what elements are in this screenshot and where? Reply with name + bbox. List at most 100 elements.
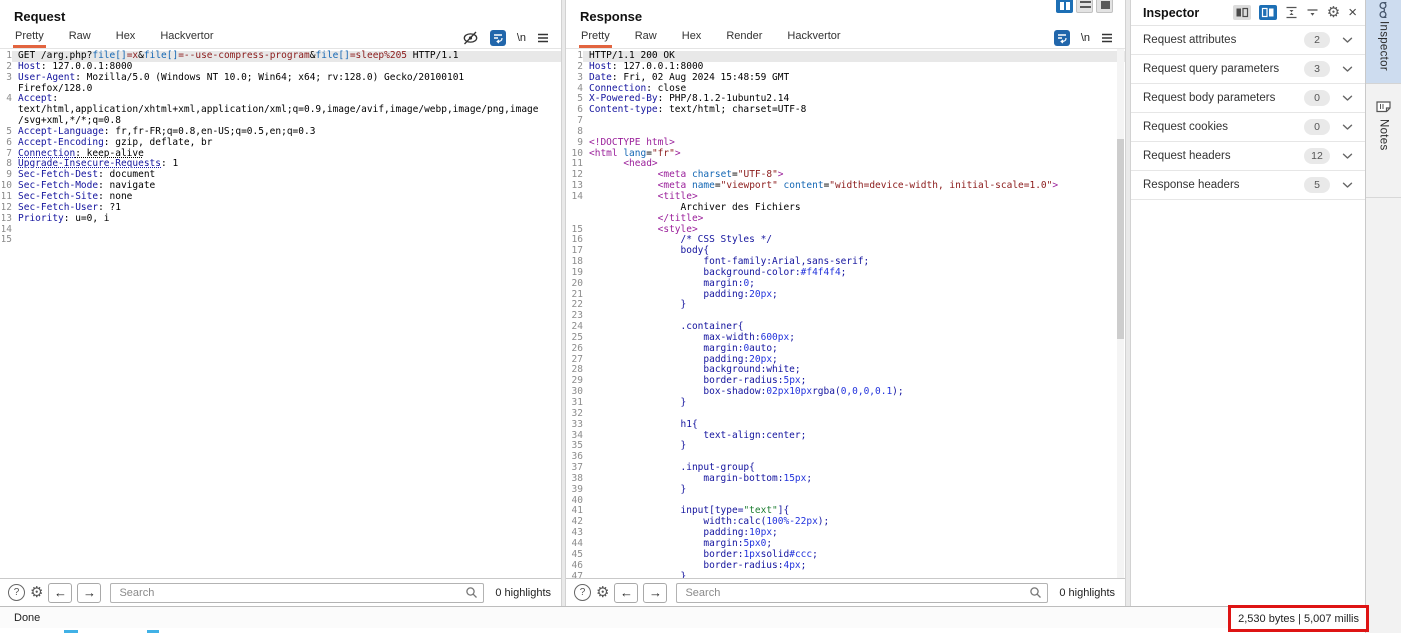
code-line: 22 }	[566, 300, 1125, 311]
inspector-section-request-cookies[interactable]: Request cookies0	[1131, 113, 1365, 142]
expand-all-icon[interactable]	[1306, 6, 1319, 19]
dock-right-button[interactable]	[1259, 5, 1277, 20]
editor-menu-icon[interactable]	[1101, 33, 1113, 43]
line-number: 12	[2, 203, 12, 214]
tab-pretty[interactable]: Pretty	[13, 27, 46, 48]
tab-raw[interactable]: Raw	[633, 27, 659, 48]
inspector-section-request-attributes[interactable]: Request attributes2	[1131, 26, 1365, 55]
response-panel: Response PrettyRawHexRenderHackvertor \n…	[565, 0, 1126, 606]
side-tab-inspector[interactable]: Inspector	[1366, 0, 1401, 84]
response-tabbar: Pretty Raw Hex Render Hackvertor \n	[566, 27, 1125, 49]
code-line-text[interactable]: Priority: u=0, i	[12, 214, 561, 225]
count-badge: 2	[1304, 32, 1330, 48]
chevron-down-icon[interactable]	[1342, 37, 1353, 44]
code-line-text[interactable]: <html lang="fr">	[583, 149, 1125, 160]
scrollbar-thumb[interactable]	[1117, 139, 1124, 339]
tab-hackvertor[interactable]: Hackvertor	[785, 27, 842, 48]
help-icon[interactable]: ?	[574, 584, 591, 601]
line-number: 46	[568, 561, 583, 572]
burp-repeater-window: Request Pretty Raw Hex Hackvertor \n 1GET /…	[0, 0, 1401, 633]
request-editor-toolbar: \n	[462, 27, 561, 48]
line-number: 23	[568, 311, 583, 322]
line-number: 9	[2, 170, 12, 181]
code-line-text[interactable]: Content-type: text/html; charset=UTF-8	[583, 105, 1125, 116]
collapse-all-icon[interactable]	[1285, 6, 1298, 19]
inspector-section-request-body-parameters[interactable]: Request body parameters0	[1131, 84, 1365, 113]
search-field-wrap	[676, 583, 1048, 603]
line-number: 8	[568, 127, 583, 138]
line-number: 39	[568, 485, 583, 496]
code-line-text[interactable]	[12, 235, 561, 246]
read-only-eye-icon[interactable]	[462, 31, 479, 45]
prettify-icon[interactable]	[1054, 30, 1070, 46]
code-line-text[interactable]: }	[583, 300, 1125, 311]
search-prev-button[interactable]: ←	[48, 583, 72, 603]
newline-toggle-icon[interactable]: \n	[1081, 32, 1090, 44]
line-number: 5	[2, 127, 12, 138]
code-line-text[interactable]: }	[583, 441, 1125, 452]
layout-single-button[interactable]	[1096, 0, 1113, 13]
gear-icon[interactable]: ⚙	[596, 585, 609, 600]
line-number: 10	[568, 149, 583, 160]
layout-columns-button[interactable]	[1056, 0, 1073, 13]
status-text: Done	[0, 612, 40, 624]
code-line-text[interactable]: User-Agent: Mozilla/5.0 (Windows NT 10.0…	[12, 73, 561, 84]
editor-menu-icon[interactable]	[537, 33, 549, 43]
inspector-section-response-headers[interactable]: Response headers5	[1131, 171, 1365, 200]
notes-document-icon	[1376, 100, 1391, 113]
search-next-button[interactable]: →	[643, 583, 667, 603]
search-field-wrap	[110, 583, 484, 603]
inspector-settings-icon[interactable]: ⚙	[1327, 5, 1340, 20]
line-number: 30	[568, 387, 583, 398]
request-search-input[interactable]	[110, 583, 484, 603]
line-number: 3	[2, 73, 12, 84]
chevron-down-icon[interactable]	[1342, 66, 1353, 73]
search-next-button[interactable]: →	[77, 583, 101, 603]
tab-hex[interactable]: Hex	[680, 27, 704, 48]
response-scrollbar[interactable]	[1117, 49, 1124, 578]
inspector-title: Inspector	[1143, 6, 1199, 20]
code-line-text[interactable]: Firefox/128.0	[12, 84, 561, 95]
side-tab-notes[interactable]: Notes	[1366, 85, 1401, 198]
prettify-icon[interactable]	[490, 30, 506, 46]
code-line-text[interactable]	[12, 225, 561, 236]
inspector-section-request-query-parameters[interactable]: Request query parameters3	[1131, 55, 1365, 84]
tab-pretty[interactable]: Pretty	[579, 27, 612, 48]
line-number: 13	[2, 214, 12, 225]
request-panel: Request Pretty Raw Hex Hackvertor \n 1GET /…	[0, 0, 562, 606]
code-line: 47 }	[566, 572, 1125, 579]
tab-hex[interactable]: Hex	[114, 27, 138, 48]
request-panel-title: Request	[0, 0, 561, 27]
response-search-input[interactable]	[676, 583, 1048, 603]
code-line-text[interactable]: }	[583, 485, 1125, 496]
code-line-text[interactable]: }	[583, 572, 1125, 579]
search-prev-button[interactable]: ←	[614, 583, 638, 603]
inspector-close-icon[interactable]: ×	[1348, 5, 1357, 20]
line-number: 13	[568, 181, 583, 192]
response-editor[interactable]: 1HTTP/1.1 200 OK2Host: 127.0.0.1:80003Da…	[566, 49, 1125, 578]
line-number: 21	[568, 290, 583, 301]
dock-left-button[interactable]	[1233, 5, 1251, 20]
chevron-down-icon[interactable]	[1342, 182, 1353, 189]
tab-raw[interactable]: Raw	[67, 27, 93, 48]
tab-render[interactable]: Render	[724, 27, 764, 48]
line-number: 11	[568, 159, 583, 170]
layout-rows-button[interactable]	[1076, 0, 1093, 13]
magnifier-icon	[465, 586, 478, 604]
inspector-section-request-headers[interactable]: Request headers12	[1131, 142, 1365, 171]
chevron-down-icon[interactable]	[1342, 124, 1353, 131]
newline-toggle-icon[interactable]: \n	[517, 32, 526, 44]
line-number: 7	[568, 116, 583, 127]
tab-hackvertor[interactable]: Hackvertor	[158, 27, 215, 48]
request-highlights-count: 0 highlights	[495, 587, 551, 599]
help-icon[interactable]: ?	[8, 584, 25, 601]
gear-icon[interactable]: ⚙	[30, 585, 43, 600]
chevron-down-icon[interactable]	[1342, 153, 1353, 160]
count-badge: 0	[1304, 119, 1330, 135]
chevron-down-icon[interactable]	[1342, 95, 1353, 102]
request-editor[interactable]: 1GET /arg.php?file[]=x&file[]=--use-comp…	[0, 49, 561, 578]
line-number: 15	[568, 225, 583, 236]
code-line-text[interactable]: }	[583, 398, 1125, 409]
line-number: 15	[2, 235, 12, 246]
code-line-text[interactable]	[583, 116, 1125, 127]
